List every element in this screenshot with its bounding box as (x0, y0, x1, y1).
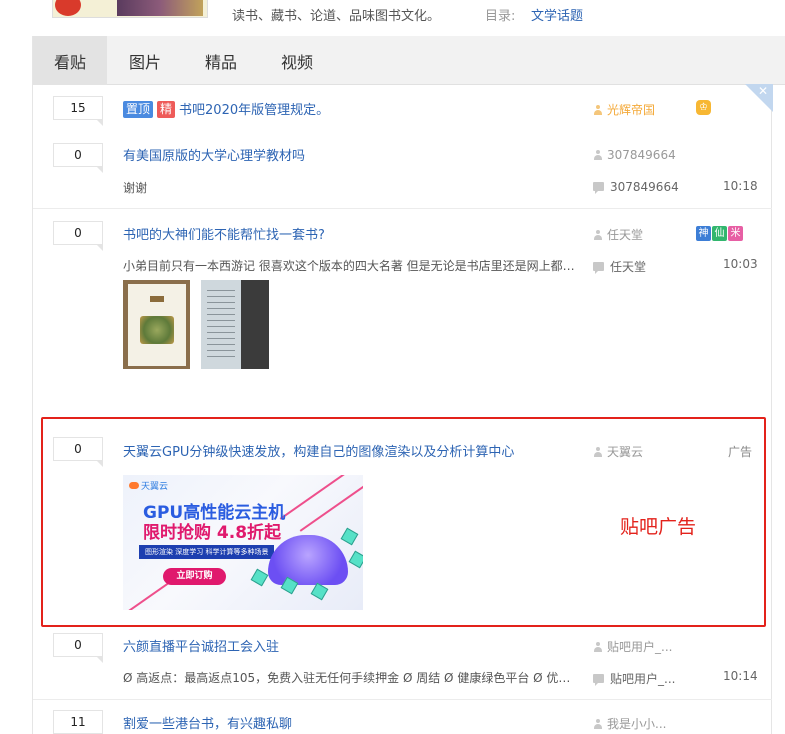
badge-xian-icon: 仙 (712, 226, 727, 241)
row-divider (33, 208, 772, 209)
ad-thread-title[interactable]: 天翼云GPU分钟级快速发放，构建自己的图像渲染以及分析计算中心 (123, 441, 514, 460)
ad-logo: 天翼云 (129, 479, 168, 492)
thread-abstract: 小弟目前只有一本西游记 很喜欢这个版本的四大名著 但是无论是书店里还是网上都没有… (123, 259, 578, 273)
ad-order-button[interactable]: 立即订购 (163, 568, 226, 585)
row-divider (33, 699, 772, 700)
last-reply-name[interactable]: 任天堂 (610, 260, 646, 274)
badge-mi-icon: 米 (728, 226, 743, 241)
thread-list-panel: 看贴 图片 精品 视频 (32, 36, 785, 734)
forum-slogan: 读书、藏书、论道、品味图书文化。 (232, 9, 441, 24)
last-reply-name[interactable]: 贴吧用户_... (610, 672, 675, 686)
author-name[interactable]: 光辉帝国 (607, 103, 655, 117)
user-icon (593, 150, 603, 160)
thread-title-text[interactable]: 书吧2020年版管理规定。 (179, 103, 329, 118)
reply-count: 0 (53, 437, 103, 467)
ad-subline: 限时抢购 4.8折起 (143, 523, 282, 543)
forum-avatar-image[interactable] (52, 0, 208, 18)
thread-abstract: Ø 高返点：最高返点105，免费入驻无任何手续押金 Ø 周结 Ø 健康绿色平台 … (123, 671, 578, 685)
thread-author[interactable]: 307849664 (593, 148, 676, 162)
author-name[interactable]: 贴吧用户_... (607, 640, 672, 654)
thread-author[interactable]: 光辉帝国 (593, 101, 655, 118)
tab-images[interactable]: 图片 (111, 36, 179, 85)
user-icon (593, 105, 603, 115)
reply-count: 0 (53, 633, 103, 663)
reply-count: 11 (53, 710, 103, 734)
thread-author[interactable]: 我是小小... (593, 715, 666, 732)
thread-title[interactable]: 置顶精书吧2020年版管理规定。 (123, 99, 329, 118)
close-icon[interactable]: ✕ (758, 84, 768, 98)
thread-author[interactable]: 贴吧用户_... (593, 638, 672, 655)
reply-icon (593, 182, 604, 194)
thread-title[interactable]: 六颜直播平台诚招工会入驻 (123, 636, 279, 655)
ad-annotation: 贴吧广告 (620, 516, 697, 538)
thread-image-book-cover[interactable] (123, 280, 190, 369)
reply-icon (593, 674, 604, 686)
ad-description: 图形渲染 深度学习 科学计算等多种场景 (139, 545, 275, 559)
user-icon (593, 719, 603, 729)
reply-icon (593, 262, 604, 274)
tab-featured[interactable]: 精品 (187, 36, 255, 85)
author-name[interactable]: 307849664 (607, 148, 676, 162)
reply-count: 0 (53, 221, 103, 251)
thread-author[interactable]: 天翼云 (593, 443, 643, 460)
reply-count: 15 (53, 96, 103, 126)
last-reply-user[interactable]: 307849664 (593, 180, 679, 194)
reply-count: 0 (53, 143, 103, 173)
last-reply-user[interactable]: 任天堂 (593, 258, 646, 275)
author-name[interactable]: 我是小小... (607, 717, 666, 731)
last-reply-name[interactable]: 307849664 (610, 180, 679, 194)
thread-abstract: 谢谢 (123, 181, 148, 195)
directory-link[interactable]: 文学话题 (531, 5, 583, 24)
reply-time: 10:18 (723, 179, 758, 193)
thread-title[interactable]: 有美国原版的大学心理学教材吗 (123, 145, 305, 164)
user-icon (593, 230, 603, 240)
pinned-tag: 置顶 (123, 101, 154, 118)
author-name[interactable]: 天翼云 (607, 445, 643, 459)
ad-banner-image[interactable]: 天翼云 GPU高性能云主机 限时抢购 4.8折起 图形渲染 深度学习 科学计算等… (123, 475, 363, 610)
thread-image-book-page[interactable] (201, 280, 269, 369)
thread-title[interactable]: 书吧的大神们能不能帮忙找一套书? (123, 224, 325, 243)
reply-time: 10:14 (723, 669, 758, 683)
reply-time: 10:03 (723, 257, 758, 271)
last-reply-user[interactable]: 贴吧用户_... (593, 670, 675, 687)
featured-tag: 精 (157, 101, 176, 118)
tab-bar: 看贴 图片 精品 视频 (33, 36, 785, 85)
tab-posts[interactable]: 看贴 (33, 36, 107, 85)
ad-label: 广告 (728, 445, 753, 459)
tab-videos[interactable]: 视频 (263, 36, 331, 85)
forum-header: 读书、藏书、论道、品味图书文化。 目录: 文学话题 (0, 0, 785, 36)
directory-label: 目录: (485, 9, 516, 24)
thread-title[interactable]: 割爱一些港台书，有兴趣私聊 (123, 713, 292, 732)
badge-shen-icon: 神 (696, 226, 711, 241)
author-name[interactable]: 任天堂 (607, 228, 643, 242)
level-badge-icon: ♔ (696, 100, 711, 115)
user-icon (593, 447, 603, 457)
user-icon (593, 642, 603, 652)
thread-author[interactable]: 任天堂 (593, 226, 643, 243)
